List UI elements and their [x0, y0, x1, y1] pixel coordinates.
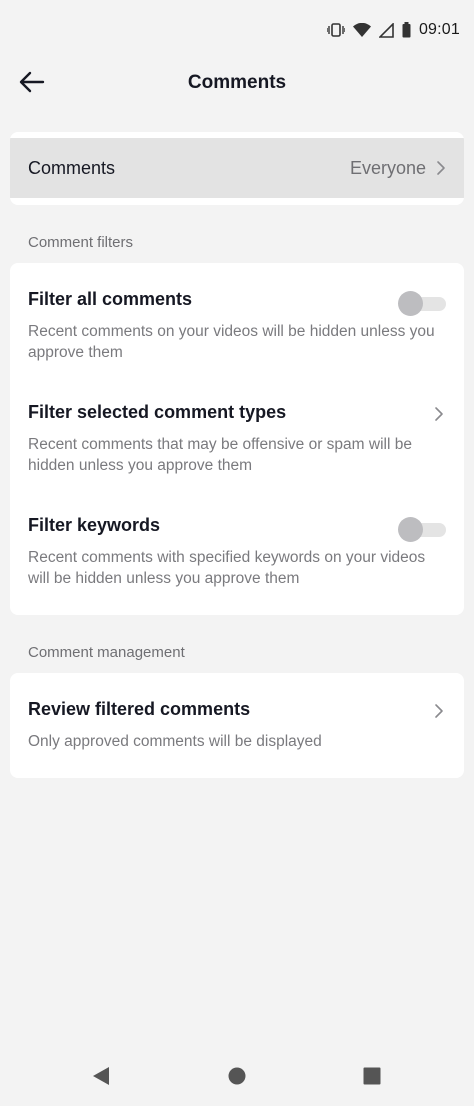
chevron-right-icon [436, 160, 446, 176]
top-app-bar: Comments [0, 60, 474, 108]
recents-square-icon[interactable] [360, 1064, 384, 1088]
filter-keywords-item[interactable]: Filter keywords Recent comments with spe… [28, 515, 446, 589]
comments-visibility-label: Comments [28, 157, 116, 178]
clock: 09:01 [418, 21, 460, 38]
review-filtered-comments-item[interactable]: Review filtered comments Only approved c… [28, 699, 446, 752]
section-header-management: Comment management [28, 644, 185, 661]
filter-all-comments-toggle[interactable] [398, 291, 446, 316]
comments-visibility-value: Everyone [349, 157, 426, 178]
status-bar: 09:01 [0, 0, 474, 60]
item-title: Filter selected comment types [28, 402, 287, 422]
comment-management-card: Review filtered comments Only approved c… [10, 673, 464, 778]
comment-filters-card: Filter all comments Recent comments on y… [10, 263, 464, 615]
filter-all-comments-item[interactable]: Filter all comments Recent comments on y… [28, 289, 446, 363]
wifi-icon [352, 23, 371, 37]
item-description: Recent comments that may be offensive or… [28, 436, 412, 474]
comments-visibility-row[interactable]: Comments Everyone [10, 138, 464, 198]
battery-icon [402, 22, 411, 38]
item-description: Only approved comments will be displayed [28, 733, 322, 750]
back-triangle-icon[interactable] [89, 1064, 113, 1088]
system-nav-bar [0, 1046, 474, 1106]
item-title: Review filtered comments [28, 699, 251, 719]
item-title: Filter all comments [28, 289, 193, 309]
item-description: Recent comments on your videos will be h… [28, 323, 435, 361]
chevron-right-icon [434, 703, 444, 724]
section-header-filters: Comment filters [28, 234, 134, 251]
page-title: Comments [187, 72, 287, 93]
vibrate-icon [326, 22, 345, 38]
filter-selected-types-item[interactable]: Filter selected comment types Recent com… [28, 402, 446, 476]
item-description: Recent comments with specified keywords … [28, 549, 426, 587]
home-circle-icon[interactable] [225, 1064, 249, 1088]
item-title: Filter keywords [28, 515, 161, 535]
cell-signal-icon [378, 22, 394, 38]
filter-keywords-toggle[interactable] [398, 517, 446, 542]
chevron-right-icon [434, 406, 444, 427]
comments-visibility-card: Comments Everyone [10, 132, 464, 205]
